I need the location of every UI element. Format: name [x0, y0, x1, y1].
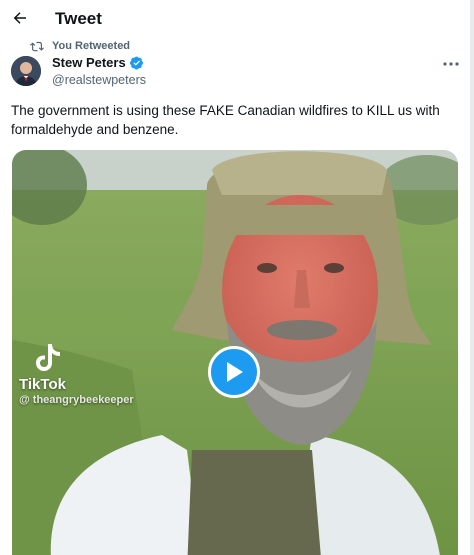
retweet-indicator: You Retweeted — [30, 38, 130, 54]
tiktok-username-label: @ theangrybeekeeper — [19, 394, 134, 406]
tiktok-logo-icon — [36, 344, 60, 371]
retweet-label: You Retweeted — [52, 40, 131, 52]
avatar[interactable] — [11, 56, 41, 86]
tweet-text: The government is using these FAKE Canad… — [11, 103, 440, 137]
play-icon — [227, 362, 243, 382]
top-bar: Tweet — [0, 0, 474, 38]
video-player[interactable]: TikTok @ theangrybeekeeper — [12, 150, 458, 555]
author-handle[interactable]: @realstewpeters — [52, 73, 146, 87]
window-border — [470, 0, 474, 555]
more-dots-icon — [443, 62, 459, 66]
author-info: Stew Peters @realstewpeters — [52, 55, 146, 87]
back-button[interactable] — [8, 6, 32, 30]
author-name[interactable]: Stew Peters — [52, 55, 126, 70]
tiktok-brand-label: TikTok — [19, 376, 66, 393]
retweet-icon — [30, 40, 44, 52]
play-button[interactable] — [208, 346, 260, 398]
page-title: Tweet — [55, 9, 102, 28]
verified-badge-icon — [129, 56, 144, 70]
more-options-button[interactable] — [440, 56, 462, 72]
arrow-left-icon — [13, 12, 26, 24]
